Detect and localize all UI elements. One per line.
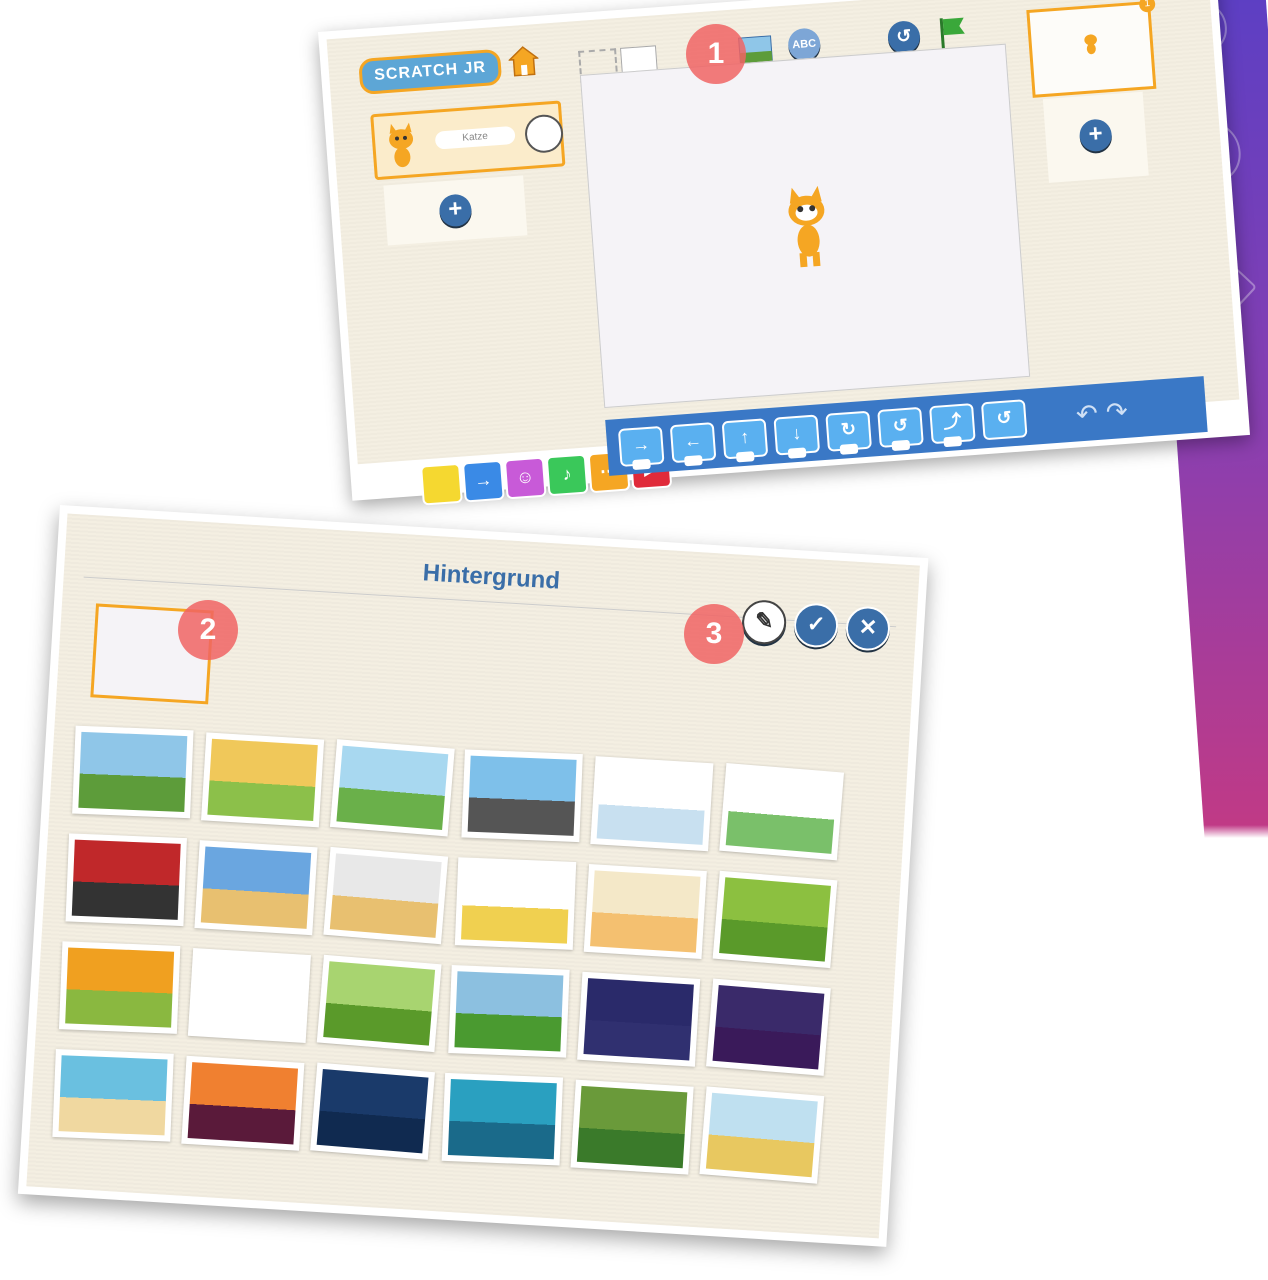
tab-sound-blocks[interactable]: ♪	[545, 453, 589, 497]
background-option-tile[interactable]	[461, 749, 583, 843]
block-count	[943, 435, 963, 448]
turn-left-block[interactable]: ↺	[877, 406, 924, 452]
sprite-name-field[interactable]: Katze	[434, 125, 516, 150]
background-option-tile[interactable]	[329, 739, 455, 837]
add-page-panel: +	[1042, 91, 1149, 183]
background-option-tile[interactable]	[194, 840, 318, 936]
background-option-tile[interactable]	[52, 1049, 174, 1142]
background-scene-thumbnail	[200, 846, 312, 929]
background-option-tile[interactable]	[699, 1086, 825, 1184]
undo-icon[interactable]: ↶	[1075, 398, 1099, 431]
move-left-block[interactable]: ←	[669, 422, 717, 467]
background-scene-thumbnail	[58, 1055, 168, 1136]
background-option-tile[interactable]	[441, 1072, 564, 1166]
add-sprite-button[interactable]: +	[438, 193, 473, 228]
background-option-tile[interactable]	[583, 863, 707, 960]
background-option-tile[interactable]	[201, 732, 325, 828]
reset-characters-icon[interactable]: ↺	[886, 19, 922, 55]
marker-1: 1	[686, 24, 746, 84]
background-scene-thumbnail	[336, 745, 449, 831]
background-option-tile[interactable]	[448, 965, 570, 1058]
background-option-tile[interactable]	[577, 971, 701, 1067]
tab-triggering-blocks[interactable]	[420, 462, 463, 506]
add-page-button[interactable]: +	[1078, 118, 1113, 153]
background-scene-thumbnail	[65, 947, 175, 1028]
home-icon[interactable]	[507, 44, 540, 78]
background-dialog-screenshot: Hintergrund ✎ ✓ ✕	[17, 505, 929, 1247]
background-scene-thumbnail	[725, 769, 838, 854]
background-scene-thumbnail	[461, 863, 571, 944]
background-option-tile[interactable]	[72, 725, 194, 819]
page-number-badge: 1	[1138, 0, 1156, 13]
hop-block[interactable]: ⤴	[929, 403, 976, 448]
block-count	[735, 451, 755, 463]
background-option-tile[interactable]	[454, 857, 577, 950]
add-text-icon[interactable]: ABC	[787, 27, 822, 62]
background-option-tile[interactable]	[706, 978, 831, 1076]
background-option-tile[interactable]	[310, 1062, 435, 1160]
tab-looks-blocks[interactable]: ☺	[503, 456, 547, 500]
sprite-card-katze[interactable]: Katze	[370, 100, 566, 181]
background-dialog: Hintergrund ✎ ✓ ✕	[26, 513, 920, 1239]
cat-character-icon[interactable]	[780, 183, 836, 271]
background-scene-thumbnail	[329, 853, 442, 938]
background-option-tile[interactable]	[181, 1055, 305, 1151]
add-sprite-panel: +	[383, 175, 528, 246]
marker-2: 2	[178, 600, 238, 660]
background-scene-thumbnail	[712, 985, 825, 1070]
page-thumbnail[interactable]: 1	[1026, 0, 1157, 98]
move-down-block[interactable]: ↓	[773, 414, 821, 459]
redo-icon[interactable]: ↷	[1105, 396, 1129, 429]
background-scene-thumbnail	[590, 870, 701, 953]
turn-right-block[interactable]: ↻	[825, 410, 872, 455]
block-count	[891, 439, 911, 452]
stage[interactable]	[579, 43, 1031, 409]
background-scene-thumbnail	[447, 1079, 557, 1160]
background-scene-thumbnail	[596, 762, 708, 845]
background-option-tile[interactable]	[65, 833, 187, 927]
background-option-tile[interactable]	[590, 756, 714, 852]
cat-thumbnail-icon	[1084, 34, 1097, 55]
background-option-tile[interactable]	[187, 947, 311, 1043]
background-option-tile[interactable]	[712, 870, 838, 969]
background-scene-thumbnail	[719, 877, 831, 962]
background-option-tile[interactable]	[316, 954, 442, 1053]
block-count	[787, 447, 807, 459]
tab-motion-blocks[interactable]: →	[461, 459, 505, 503]
scratchjr-logo: SCRATCH JR	[358, 48, 503, 96]
scratchjr-editor: SCRATCH JR Katze + ABC ↺ 1 + → ☺ ♪ → ← ↑…	[326, 0, 1240, 506]
background-option-tile[interactable]	[323, 846, 449, 945]
background-option-tile[interactable]	[570, 1079, 694, 1175]
background-scene-thumbnail	[323, 961, 436, 1046]
background-scene-thumbnail	[316, 1068, 429, 1154]
green-flag-icon[interactable]	[937, 14, 969, 50]
move-right-block[interactable]: →	[617, 425, 665, 471]
go-home-block[interactable]: ↺	[980, 399, 1028, 441]
background-scene-thumbnail	[78, 731, 188, 813]
background-scene-thumbnail	[71, 839, 181, 920]
background-scene-thumbnail	[194, 954, 305, 1037]
block-count	[684, 455, 703, 467]
background-scene-thumbnail	[454, 971, 564, 1052]
background-scene-thumbnail	[705, 1092, 818, 1178]
background-option-tile[interactable]	[58, 941, 181, 1034]
cat-sprite-icon	[389, 122, 414, 168]
background-scene-thumbnail	[187, 1062, 299, 1145]
background-grid	[52, 724, 895, 1184]
paint-editor-icon[interactable]	[523, 113, 565, 155]
block-count	[632, 458, 651, 471]
editor-screenshot: SCRATCH JR Katze + ABC ↺ 1 + → ☺ ♪ → ← ↑…	[318, 0, 1251, 506]
background-option-tile[interactable]	[719, 762, 845, 861]
background-scene-thumbnail	[576, 1085, 688, 1169]
move-up-block[interactable]: ↑	[721, 418, 769, 463]
background-scene-thumbnail	[207, 738, 318, 822]
marker-3: 3	[684, 604, 744, 664]
block-count	[839, 443, 859, 455]
background-scene-thumbnail	[583, 978, 694, 1061]
background-scene-thumbnail	[467, 755, 577, 836]
